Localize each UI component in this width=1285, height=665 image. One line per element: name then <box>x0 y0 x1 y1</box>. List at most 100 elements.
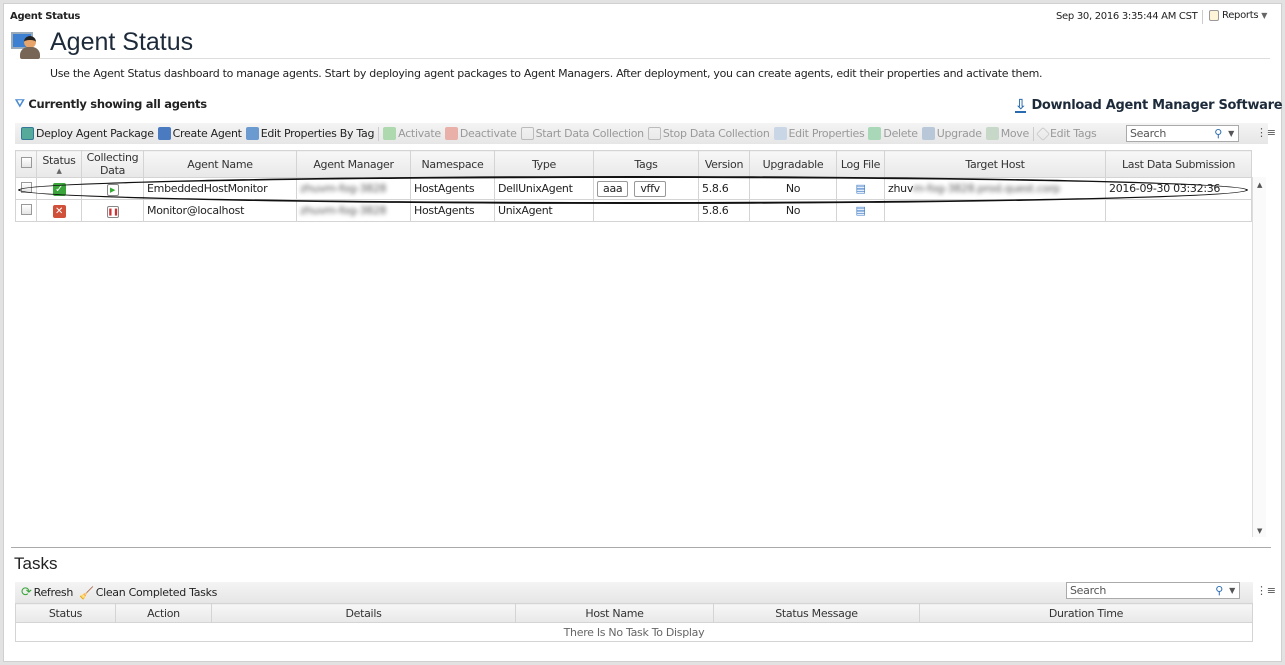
label: Create Agent <box>172 127 242 140</box>
table-row[interactable]: ✕ ❚❚ Monitor@localhost zhuvm-fog-3828 Ho… <box>15 199 1252 222</box>
column-status[interactable]: Status ▲ <box>36 150 82 178</box>
chevron-down-icon: ▼ <box>1228 129 1234 138</box>
tasks-table: Status Action Details Host Name Status M… <box>15 603 1253 642</box>
upgrade-icon <box>921 127 935 140</box>
log-file-icon[interactable]: ▤ <box>836 177 885 200</box>
scroll-down-icon[interactable]: ▼ <box>1253 527 1266 535</box>
type: DellUnixAgent <box>494 177 594 200</box>
deploy-icon <box>21 127 34 140</box>
column-last-data-submission[interactable]: Last Data Submission <box>1105 150 1252 178</box>
tag[interactable]: vffv <box>634 180 666 197</box>
tasks-divider <box>11 547 1271 548</box>
label: Activate <box>398 127 441 140</box>
gear-icon <box>773 127 787 140</box>
start-data-collection-button[interactable]: Start Data Collection <box>520 127 645 140</box>
column-details[interactable]: Details <box>211 603 516 623</box>
column-status-message[interactable]: Status Message <box>713 603 920 623</box>
move-button[interactable]: Move <box>985 127 1030 140</box>
agent-name[interactable]: Monitor@localhost <box>143 199 297 222</box>
deactivate-button[interactable]: Deactivate <box>444 127 517 140</box>
agent-manager-value: zhuvm-fog-3828 <box>300 182 387 195</box>
column-action[interactable]: Action <box>115 603 212 623</box>
log-file-icon[interactable]: ▤ <box>836 199 885 222</box>
label: Start Data Collection <box>535 127 645 140</box>
column-agent-manager[interactable]: Agent Manager <box>296 150 411 178</box>
broom-icon: 🧹 <box>79 585 94 600</box>
trash-icon <box>868 127 882 140</box>
column-chooser-icon[interactable]: ⋮≡ <box>1256 584 1276 597</box>
reports-label: Reports <box>1222 10 1259 21</box>
x-icon <box>444 127 458 140</box>
edit-properties-button[interactable]: Edit Properties <box>773 127 865 140</box>
row-checkbox[interactable] <box>15 199 37 222</box>
column-host-name[interactable]: Host Name <box>515 603 714 623</box>
column-type[interactable]: Type <box>494 150 594 178</box>
play-icon <box>520 127 534 140</box>
column-status[interactable]: Status <box>15 603 116 623</box>
agents-search-input[interactable]: Search ⚲ ▼ <box>1126 125 1239 142</box>
label: Deploy Agent Package <box>36 127 154 140</box>
reports-menu[interactable]: Reports ▼ <box>1209 10 1267 21</box>
column-chooser-icon[interactable]: ⋮≡ <box>1256 126 1276 139</box>
title-divider <box>40 58 1270 59</box>
label: Upgrade <box>936 127 982 140</box>
label: Edit Properties <box>788 127 865 140</box>
column-target-host[interactable]: Target Host <box>884 150 1106 178</box>
download-agent-manager-link[interactable]: ⇩ Download Agent Manager Software <box>1015 96 1283 113</box>
breadcrumb: Agent Status <box>10 11 81 22</box>
filter-status-label: Currently showing all agents <box>28 96 207 111</box>
empty-message: There Is No Task To Display <box>15 622 1253 642</box>
column-version[interactable]: Version <box>698 150 750 178</box>
scroll-up-icon[interactable]: ▲ <box>1253 181 1266 189</box>
column-duration-time[interactable]: Duration Time <box>919 603 1253 623</box>
move-icon <box>985 127 999 140</box>
last-submission <box>1105 199 1252 222</box>
column-log-file[interactable]: Log File <box>836 150 885 178</box>
filter-status: ⛛ Currently showing all agents <box>15 96 207 111</box>
divider <box>378 126 380 141</box>
agents-scrollbar[interactable]: ▲ ▼ <box>1252 177 1266 537</box>
target-host <box>884 199 1106 222</box>
table-row[interactable]: ✓ ▶ EmbeddedHostMonitor zhuvm-fog-3828 H… <box>15 177 1252 200</box>
create-agent-button[interactable]: Create Agent <box>157 127 242 140</box>
page-title: Agent Status <box>50 28 194 56</box>
column-tags[interactable]: Tags <box>593 150 699 178</box>
column-namespace[interactable]: Namespace <box>410 150 495 178</box>
gear-edit-icon <box>245 127 259 140</box>
version: 5.8.6 <box>698 199 750 222</box>
clean-completed-tasks-button[interactable]: 🧹 Clean Completed Tasks <box>79 586 217 600</box>
agent-manager: zhuvm-fog-3828 <box>296 177 411 200</box>
last-submission: 2016-09-30 03:32:36 <box>1105 177 1252 200</box>
tag[interactable]: aaa <box>597 180 629 197</box>
play-icon[interactable]: ▶ <box>106 183 119 196</box>
label: Refresh <box>33 586 74 599</box>
datetime: Sep 30, 2016 3:35:44 AM CST <box>1056 11 1198 22</box>
target-host-prefix: zhuv <box>888 182 914 195</box>
edit-tags-button[interactable]: Edit Tags <box>1035 126 1097 141</box>
agent-name[interactable]: EmbeddedHostMonitor <box>143 177 297 200</box>
select-all-checkbox[interactable] <box>15 150 37 178</box>
upgrade-button[interactable]: Upgrade <box>921 127 982 140</box>
delete-button[interactable]: Delete <box>868 127 918 140</box>
stop-data-collection-button[interactable]: Stop Data Collection <box>647 127 770 140</box>
search-icon: ⚲ <box>1215 584 1223 597</box>
tags: aaa vffv <box>593 177 699 200</box>
column-collecting-data[interactable]: Collecting Data <box>81 150 144 178</box>
row-checkbox[interactable] <box>15 177 37 200</box>
download-icon: ⇩ <box>1015 96 1027 113</box>
label: Move <box>1000 127 1030 140</box>
column-agent-name[interactable]: Agent Name <box>143 150 297 178</box>
deploy-agent-package-button[interactable]: Deploy Agent Package <box>21 127 154 140</box>
edit-properties-by-tag-button[interactable]: Edit Properties By Tag <box>245 127 375 140</box>
label: Collecting <box>86 151 139 164</box>
tags <box>593 199 699 222</box>
divider <box>1033 126 1034 141</box>
label: Edit Properties By Tag <box>260 127 375 140</box>
tasks-search-input[interactable]: Search ⚲ ▼ <box>1066 582 1240 599</box>
activate-button[interactable]: Activate <box>383 127 441 140</box>
refresh-button[interactable]: ⟳ Refresh <box>21 585 73 600</box>
pause-icon[interactable]: ❚❚ <box>106 205 119 218</box>
column-upgradable[interactable]: Upgradable <box>749 150 837 178</box>
namespace: HostAgents <box>410 177 495 200</box>
upgradable: No <box>749 199 837 222</box>
